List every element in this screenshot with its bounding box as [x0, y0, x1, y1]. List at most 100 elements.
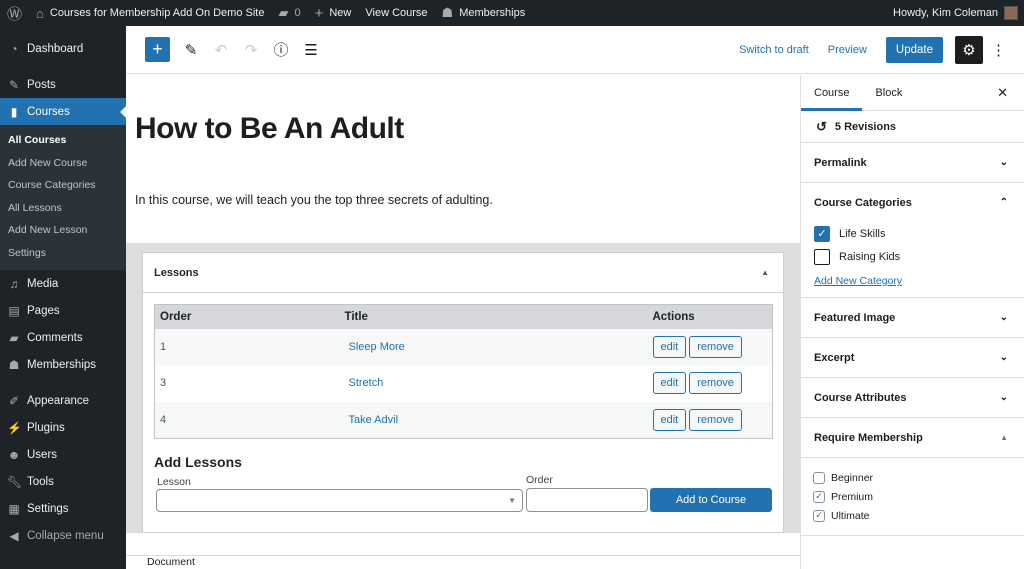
comments-link[interactable]: ▰ 0: [271, 0, 307, 26]
add-new-category-link[interactable]: Add New Category: [801, 268, 1024, 297]
switch-to-draft-button[interactable]: Switch to draft: [739, 44, 809, 56]
pin-icon: ✎: [8, 77, 20, 92]
column-header-order: Order: [154, 304, 340, 329]
add-to-course-button[interactable]: Add to Course: [650, 488, 772, 512]
sidebar-item-courses[interactable]: ▮ Courses: [0, 98, 126, 125]
table-row: 3 Stretch edit remove: [154, 365, 773, 402]
remove-lesson-button[interactable]: remove: [689, 408, 742, 431]
sidebar-item-tools[interactable]: 🔧︎ Tools: [0, 468, 126, 495]
table-row: 4 Take Advil edit remove: [154, 401, 773, 438]
editor-canvas: How to Be An Adult In this course, we wi…: [126, 75, 800, 555]
groups-icon: ☗: [441, 5, 454, 20]
sidebar-item-posts[interactable]: ✎ Posts: [0, 71, 126, 98]
chevron-down-icon: ⌄: [999, 312, 1008, 323]
submenu-all-courses[interactable]: All Courses: [0, 129, 126, 152]
plus-icon: +: [314, 4, 324, 22]
checkbox-checked[interactable]: ✓: [813, 490, 825, 503]
view-course-link[interactable]: View Course: [358, 0, 434, 26]
membership-beginner[interactable]: Beginner: [801, 468, 1024, 487]
tab-block[interactable]: Block: [862, 75, 915, 111]
lesson-title-link[interactable]: Take Advil: [345, 414, 399, 426]
sidebar-item-dashboard[interactable]: ◔ Dashboard: [0, 35, 126, 62]
lesson-title-link[interactable]: Sleep More: [345, 341, 405, 353]
lessons-table: Order Title Actions 1 Sleep More edit rem…: [154, 304, 773, 439]
list-view-button[interactable]: ☰: [296, 41, 326, 59]
membership-panel: Require Membership ▲ Beginner ✓ Premium ✓ U…: [801, 418, 1024, 536]
sidebar-item-memberships[interactable]: ☗ Memberships: [0, 351, 126, 378]
checkbox-checked[interactable]: ✓: [814, 225, 830, 242]
category-raising-kids[interactable]: Raising Kids: [801, 245, 1024, 268]
membership-ultimate[interactable]: ✓ Ultimate: [801, 506, 1024, 525]
tab-course[interactable]: Course: [801, 75, 862, 111]
tools-button[interactable]: ✎: [176, 41, 206, 59]
wordpress-icon: Ⓦ: [7, 5, 23, 23]
collapse-menu-button[interactable]: ◀ Collapse menu: [0, 522, 126, 549]
sidebar-item-appearance[interactable]: ✐ Appearance: [0, 387, 126, 414]
add-block-button[interactable]: +: [145, 37, 170, 62]
order-input[interactable]: [526, 488, 648, 512]
lesson-title-link[interactable]: Stretch: [345, 377, 384, 389]
undo-button[interactable]: ↶: [206, 41, 236, 59]
settings-toggle-button[interactable]: ⚙: [955, 35, 983, 64]
details-button[interactable]: ⓘ: [266, 39, 296, 60]
sidebar-item-plugins[interactable]: ⚡ Plugins: [0, 414, 126, 441]
checkbox-checked[interactable]: ✓: [813, 509, 825, 522]
site-name-link[interactable]: ⌂ Courses for Membership Add On Demo Site: [29, 0, 271, 26]
account-menu[interactable]: Howdy, Kim Coleman: [893, 6, 1024, 20]
new-link[interactable]: + New: [308, 0, 359, 26]
remove-lesson-button[interactable]: remove: [689, 335, 742, 358]
collapse-triangle-icon[interactable]: ▲: [761, 268, 769, 277]
checkbox-unchecked[interactable]: [814, 248, 830, 265]
permalink-panel: Permalink ⌄: [801, 143, 1024, 183]
paragraph-block[interactable]: In this course, we will teach you the to…: [135, 193, 493, 207]
sidebar-item-media[interactable]: ♫ Media: [0, 270, 126, 297]
sidebar-item-settings[interactable]: ▦ Settings: [0, 495, 126, 522]
sidebar-item-users[interactable]: ☻ Users: [0, 441, 126, 468]
sidebar-item-label: Tools: [27, 475, 54, 488]
submenu-add-new-course[interactable]: Add New Course: [0, 152, 126, 175]
redo-button[interactable]: ↷: [236, 41, 266, 59]
edit-lesson-button[interactable]: edit: [652, 335, 687, 358]
category-label: Raising Kids: [839, 250, 901, 263]
attributes-panel-toggle[interactable]: Course Attributes ⌄: [801, 378, 1024, 417]
sidebar-item-label: Courses: [27, 105, 70, 118]
block-breadcrumb[interactable]: Document: [126, 555, 800, 569]
featured-image-panel-toggle[interactable]: Featured Image ⌄: [801, 298, 1024, 337]
checkbox-unchecked[interactable]: [813, 471, 825, 484]
edit-lesson-button[interactable]: edit: [652, 372, 687, 395]
membership-panel-toggle[interactable]: Require Membership ▲: [801, 418, 1024, 458]
settings-icon: ▦: [8, 501, 20, 516]
edit-lesson-button[interactable]: edit: [652, 408, 687, 431]
panel-title: Excerpt: [814, 351, 855, 364]
submenu-course-categories[interactable]: Course Categories: [0, 174, 126, 197]
submenu-add-new-lesson[interactable]: Add New Lesson: [0, 219, 126, 242]
lessons-metabox-header[interactable]: Lessons ▲: [143, 253, 783, 293]
comment-icon: ▰: [278, 5, 289, 20]
sidebar-item-label: Memberships: [27, 358, 97, 371]
post-title[interactable]: How to Be An Adult: [135, 112, 404, 146]
preview-button[interactable]: Preview: [828, 44, 867, 56]
history-icon: ↺: [816, 118, 827, 134]
lesson-select[interactable]: ▼: [156, 489, 523, 512]
revisions-link[interactable]: ↺ 5 Revisions: [801, 111, 1024, 143]
sidebar-item-pages[interactable]: ▤ Pages: [0, 297, 126, 324]
dropdown-arrow-icon: ▼: [508, 496, 516, 505]
memberships-link[interactable]: ☗ Memberships: [435, 0, 533, 26]
update-button[interactable]: Update: [885, 36, 943, 63]
sidebar-item-comments[interactable]: ▰ Comments: [0, 324, 126, 351]
close-settings-button[interactable]: ✕: [997, 85, 1008, 101]
categories-panel-toggle[interactable]: Course Categories ⌃: [801, 183, 1024, 222]
remove-lesson-button[interactable]: remove: [689, 372, 742, 395]
submenu-settings[interactable]: Settings: [0, 242, 126, 265]
list-view-icon: ☰: [304, 41, 318, 59]
order-input-label: Order: [526, 474, 553, 486]
membership-premium[interactable]: ✓ Premium: [801, 487, 1024, 506]
sidebar-item-label: Pages: [27, 304, 60, 317]
more-options-button[interactable]: ⋮: [991, 41, 1006, 59]
submenu-all-lessons[interactable]: All Lessons: [0, 197, 126, 220]
collapse-triangle-icon: ▲: [1000, 433, 1008, 442]
permalink-panel-toggle[interactable]: Permalink ⌄: [801, 143, 1024, 182]
category-life-skills[interactable]: ✓ Life Skills: [801, 222, 1024, 245]
excerpt-panel-toggle[interactable]: Excerpt ⌄: [801, 338, 1024, 377]
wordpress-logo[interactable]: Ⓦ: [0, 0, 29, 26]
